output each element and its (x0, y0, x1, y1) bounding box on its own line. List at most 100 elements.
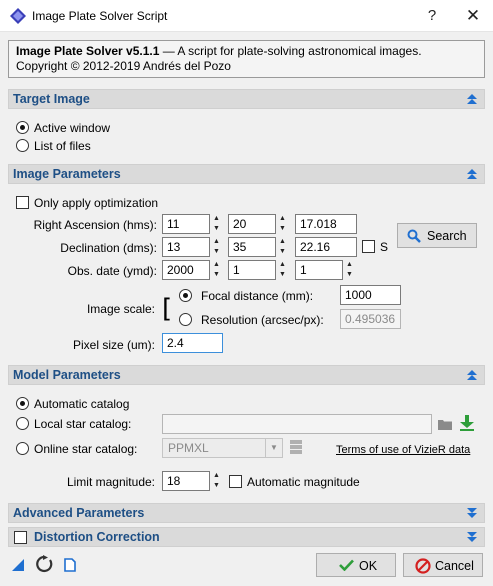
local-catalog-path-field[interactable] (162, 414, 432, 434)
list-of-files-radio[interactable] (16, 139, 29, 152)
obs-month-field[interactable]: 1 (228, 260, 276, 280)
resolution-radio[interactable] (179, 313, 192, 326)
dec-degrees-field[interactable]: 13 (162, 237, 210, 257)
pixinsight-app-icon (10, 8, 26, 24)
list-of-files-label: List of files (34, 139, 91, 153)
spin-up-icon[interactable]: ▲ (211, 214, 222, 224)
spin-up-icon[interactable]: ▲ (211, 260, 222, 270)
obs-year-spinner[interactable]: ▲ ▼ (211, 260, 222, 280)
section-title-distortion-correction: Distortion Correction (34, 530, 160, 544)
dec-label: Declination (dms): (60, 241, 157, 255)
ra-minutes-field[interactable]: 20 (228, 214, 276, 234)
collapse-up-icon[interactable] (467, 94, 477, 105)
automatic-catalog-label: Automatic catalog (34, 397, 130, 411)
ok-button-label: OK (359, 559, 378, 573)
reset-icon[interactable] (36, 555, 54, 573)
spin-up-icon[interactable]: ▲ (277, 237, 288, 247)
script-description: — A script for plate-solving astronomica… (159, 44, 422, 58)
spin-down-icon[interactable]: ▼ (277, 224, 288, 234)
local-star-catalog-radio[interactable] (16, 417, 29, 430)
ra-hours-field[interactable]: 11 (162, 214, 210, 234)
image-parameters-header[interactable]: Image Parameters (8, 164, 485, 184)
close-button[interactable]: ✕ (458, 4, 488, 28)
obs-day-field[interactable]: 1 (295, 260, 343, 280)
folder-icon[interactable] (438, 418, 452, 430)
help-button[interactable]: ? (420, 5, 444, 27)
collapse-up-icon[interactable] (467, 169, 477, 180)
section-title-image-parameters: Image Parameters (13, 167, 121, 181)
spin-down-icon[interactable]: ▼ (344, 270, 355, 280)
only-apply-optimization-checkbox[interactable] (16, 196, 29, 209)
distortion-correction-header[interactable]: Distortion Correction (8, 527, 485, 547)
ra-minutes-spinner[interactable]: ▲ ▼ (277, 214, 288, 234)
model-parameters-header[interactable]: Model Parameters (8, 365, 485, 385)
dec-minutes-field[interactable]: 35 (228, 237, 276, 257)
online-star-catalog-radio[interactable] (16, 442, 29, 455)
server-icon[interactable] (289, 440, 303, 456)
spin-up-icon[interactable]: ▲ (211, 237, 222, 247)
dec-degrees-spinner[interactable]: ▲ ▼ (211, 237, 222, 257)
active-window-label: Active window (34, 121, 111, 135)
copyright-text: Copyright © 2012-2019 Andrés del Pozo (16, 59, 231, 73)
south-label: S (380, 240, 389, 254)
section-title-advanced-parameters: Advanced Parameters (13, 506, 145, 520)
automatic-magnitude-checkbox[interactable] (229, 475, 242, 488)
script-name: Image Plate Solver v5.1.1 (16, 44, 160, 58)
spin-down-icon[interactable]: ▼ (277, 247, 288, 257)
section-title-target-image: Target Image (13, 92, 90, 106)
distortion-correction-checkbox[interactable] (14, 531, 27, 544)
spin-up-icon[interactable]: ▲ (344, 260, 355, 270)
collapse-up-icon[interactable] (467, 370, 477, 381)
download-icon[interactable] (460, 415, 474, 431)
search-button[interactable]: Search (397, 223, 477, 248)
online-catalog-value: PPMXL (168, 441, 209, 455)
only-apply-optimization-label: Only apply optimization (34, 196, 159, 210)
spin-up-icon[interactable]: ▲ (277, 214, 288, 224)
online-catalog-select[interactable]: PPMXL ▼ (162, 438, 283, 458)
target-image-header[interactable]: Target Image (8, 89, 485, 109)
local-star-catalog-label: Local star catalog: (34, 417, 132, 431)
cancel-button[interactable]: Cancel (403, 553, 483, 577)
script-info-box: Image Plate Solver v5.1.1 — A script for… (8, 40, 485, 78)
obs-day-spinner[interactable]: ▲ ▼ (344, 260, 355, 280)
window-title: Image Plate Solver Script (32, 9, 168, 23)
active-window-radio[interactable] (16, 121, 29, 134)
ra-hours-spinner[interactable]: ▲ ▼ (211, 214, 222, 234)
search-icon (407, 229, 421, 243)
vizier-terms-link[interactable]: Terms of use of VizieR data (336, 444, 470, 456)
cancel-icon (415, 558, 431, 574)
focal-distance-radio[interactable] (179, 289, 192, 302)
obs-date-label: Obs. date (ymd): (67, 264, 157, 278)
limit-magnitude-spinner[interactable]: ▲ ▼ (211, 471, 222, 491)
resolution-field[interactable]: 0.495036 (340, 309, 401, 329)
south-checkbox[interactable] (362, 240, 375, 253)
focal-distance-label: Focal distance (mm): (201, 289, 314, 303)
expand-down-icon[interactable] (467, 532, 477, 543)
limit-magnitude-field[interactable]: 18 (162, 471, 210, 491)
spin-up-icon[interactable]: ▲ (211, 471, 222, 481)
spin-down-icon[interactable]: ▼ (211, 247, 222, 257)
image-scale-label: Image scale: (86, 302, 155, 316)
dec-minutes-spinner[interactable]: ▲ ▼ (277, 237, 288, 257)
advanced-parameters-header[interactable]: Advanced Parameters (8, 503, 485, 523)
ra-seconds-field[interactable]: 17.018 (295, 214, 357, 234)
expand-down-icon[interactable] (467, 508, 477, 519)
image-scale-bracket: [ (162, 294, 173, 324)
pixel-size-field[interactable]: 2.4 (162, 333, 223, 353)
dec-seconds-field[interactable]: 22.16 (295, 237, 357, 257)
ok-button[interactable]: OK (316, 553, 396, 577)
chevron-down-icon: ▼ (265, 439, 282, 457)
spin-down-icon[interactable]: ▼ (211, 270, 222, 280)
spin-down-icon[interactable]: ▼ (211, 224, 222, 234)
obs-year-field[interactable]: 2000 (162, 260, 210, 280)
focal-distance-field[interactable]: 1000 (340, 285, 401, 305)
document-icon[interactable] (64, 558, 76, 572)
spin-down-icon[interactable]: ▼ (277, 270, 288, 280)
automatic-catalog-radio[interactable] (16, 397, 29, 410)
spin-down-icon[interactable]: ▼ (211, 481, 222, 491)
limit-magnitude-label: Limit magnitude: (66, 475, 155, 489)
obs-month-spinner[interactable]: ▲ ▼ (277, 260, 288, 280)
new-instance-icon[interactable] (12, 559, 24, 571)
automatic-magnitude-label: Automatic magnitude (247, 475, 360, 489)
spin-up-icon[interactable]: ▲ (277, 260, 288, 270)
